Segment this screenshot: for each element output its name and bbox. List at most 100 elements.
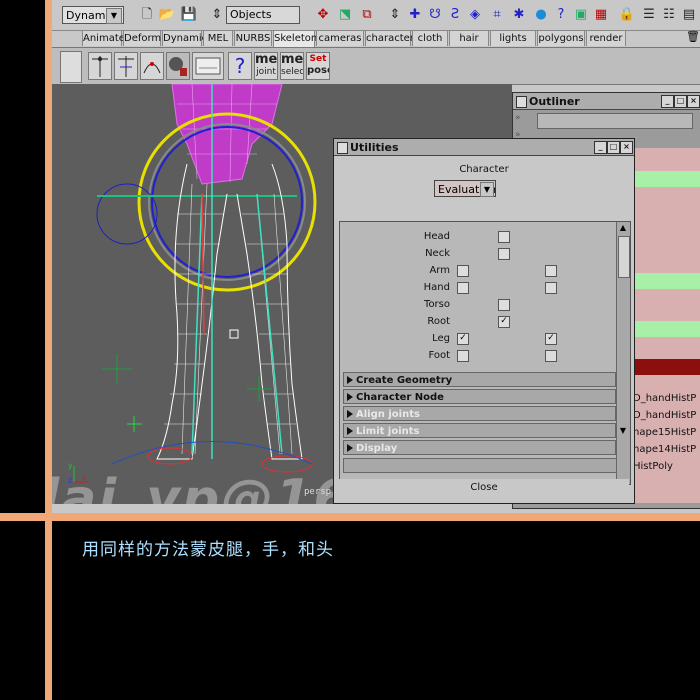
outliner-item-selected-2[interactable] [633, 273, 700, 289]
selection-mask-field[interactable]: Objects [226, 6, 300, 24]
leg-right-checkbox[interactable]: ✓ [545, 333, 557, 345]
tab-cloth[interactable]: cloth [412, 30, 448, 46]
ik-handle-icon[interactable] [114, 52, 138, 80]
joint-row-hand: Hand [340, 279, 616, 296]
hand-left-checkbox[interactable] [457, 282, 469, 294]
snap-to-view-plane-icon[interactable]: ◈ [466, 6, 484, 24]
section-limit-joints[interactable]: Limit joints [343, 423, 616, 438]
outliner-item-selected-3[interactable] [633, 321, 700, 337]
outliner-expand-icon[interactable]: » [515, 113, 533, 127]
skin-bind-icon[interactable] [166, 52, 190, 80]
lock-icon[interactable]: 🔒 [618, 6, 636, 24]
joint-row-torso: Torso [340, 296, 616, 313]
minimize-icon[interactable]: _ [661, 95, 674, 108]
joint-tool-icon[interactable] [88, 52, 112, 80]
vertical-scrollbar[interactable]: ▲ ▼ [616, 222, 630, 484]
ipr-render-icon[interactable]: ▣ [572, 6, 590, 24]
tab-cameras[interactable]: cameras [316, 30, 364, 46]
scroll-thumb[interactable] [618, 236, 630, 278]
minimize-icon[interactable]: _ [594, 141, 607, 154]
render-icon[interactable]: ● [532, 6, 550, 24]
open-scene-icon[interactable]: 📂 [158, 6, 176, 24]
paint-weights-icon[interactable] [192, 52, 224, 80]
snap-to-grid-icon[interactable]: ✚ [406, 6, 424, 24]
mel-select-button[interactable]: mel select [280, 52, 304, 80]
tab-hair[interactable]: hair [449, 30, 489, 46]
tab-deform[interactable]: Deform [123, 30, 161, 46]
select-by-component-icon[interactable]: ⧉ [358, 6, 376, 24]
tab-lights[interactable]: lights [490, 30, 536, 46]
make-live-icon[interactable]: ⌗ [488, 6, 506, 24]
menu-set-dropdown[interactable]: Dynamics ▼ [62, 6, 124, 24]
utilities-window: Utilities _ □ × Character Evaluation ▼ H… [333, 138, 635, 504]
tab-render[interactable]: render [586, 30, 626, 46]
mel-joint-button[interactable]: mel joint [254, 52, 278, 80]
tab-character[interactable]: character [365, 30, 414, 46]
scroll-down-icon[interactable]: ▼ [618, 426, 628, 438]
shelf-menu-icon[interactable] [60, 51, 82, 83]
maximize-icon[interactable]: □ [674, 95, 687, 108]
hand-right-checkbox[interactable] [545, 282, 557, 294]
foot-left-checkbox[interactable] [457, 350, 469, 362]
new-scene-icon[interactable]: 🗋 [138, 6, 156, 24]
mouse-cursor-icon [229, 329, 239, 339]
evaluation-dropdown[interactable]: Evaluation ▼ [434, 180, 496, 197]
help-icon[interactable]: ? [552, 6, 570, 24]
tab-mel[interactable]: MEL [203, 30, 233, 46]
selection-mode-icon[interactable]: ⇕ [208, 6, 226, 24]
select-by-hierarchy-icon[interactable]: ✥ [314, 6, 332, 24]
neck-checkbox[interactable] [498, 248, 510, 260]
scroll-up-icon[interactable]: ▲ [618, 223, 628, 235]
torso-checkbox[interactable] [498, 299, 510, 311]
save-scene-icon[interactable]: 💾 [180, 6, 198, 24]
foot-right-checkbox[interactable] [545, 350, 557, 362]
section-display[interactable]: Display [343, 440, 616, 455]
trash-icon[interactable]: 🗑 [686, 30, 700, 43]
section-align-joints[interactable]: Align joints [343, 406, 616, 421]
root-checkbox[interactable]: ✓ [498, 316, 510, 328]
set-pose-button[interactable]: Set pose [306, 52, 330, 80]
outliner-titlebar[interactable]: Outliner _ □ × [513, 93, 700, 110]
snap-to-point-icon[interactable]: Ƨ [446, 6, 464, 24]
section-character-node[interactable]: Character Node [343, 389, 616, 404]
maya-window: Dynamics ▼ 🗋 📂 💾 ⇕ Objects ✥ ⬔ ⧉ ⇕ ✚ ☋ Ƨ… [52, 0, 700, 513]
expand-arrow-icon [347, 444, 353, 452]
section-create-geometry[interactable]: Create Geometry [343, 372, 616, 387]
render-globals-icon[interactable]: ▦ [592, 6, 610, 24]
maximize-icon[interactable]: □ [607, 141, 620, 154]
tab-nurbs[interactable]: NURBS [234, 30, 272, 46]
joint-row-leg: Leg ✓ ✓ [340, 330, 616, 347]
tab-animate[interactable]: Animate [82, 30, 125, 46]
horizontal-scrollbar[interactable] [343, 458, 618, 473]
tab-polygons[interactable]: polygons [537, 30, 585, 46]
head-checkbox[interactable] [498, 231, 510, 243]
snap-to-curve-icon[interactable]: ☋ [426, 6, 444, 24]
legs-mesh [156, 163, 303, 460]
arm-left-checkbox[interactable] [457, 265, 469, 277]
tab-skeleton[interactable]: Skeleton [273, 30, 317, 47]
frame-border-vertical [45, 0, 52, 700]
outliner-item-selected-1[interactable] [633, 171, 700, 187]
chevron-down-icon: ▼ [480, 182, 494, 197]
pick-mask-icon[interactable]: ⇕ [386, 6, 404, 24]
joint-row-arm: Arm [340, 262, 616, 279]
outliner-filter-field[interactable] [537, 113, 693, 129]
help-shelf-icon[interactable]: ? [228, 52, 252, 80]
close-icon[interactable]: × [620, 141, 633, 154]
construction-history-icon[interactable]: ✱ [510, 6, 528, 24]
leg-left-checkbox[interactable]: ✓ [457, 333, 469, 345]
character-label: Character [459, 164, 509, 175]
utilities-titlebar[interactable]: Utilities _ □ × [334, 139, 634, 156]
attribute-editor-icon[interactable]: ☰ [640, 6, 658, 24]
ik-spline-icon[interactable] [140, 52, 164, 80]
channel-box-icon[interactable]: ▤ [680, 6, 698, 24]
tool-settings-icon[interactable]: ☷ [660, 6, 678, 24]
outliner-item-highlight[interactable] [633, 359, 700, 375]
select-by-object-type-icon[interactable]: ⬔ [336, 6, 354, 24]
selection-mask-value: Objects [230, 8, 272, 21]
arm-right-checkbox[interactable] [545, 265, 557, 277]
close-icon[interactable]: × [687, 95, 700, 108]
left-black-margin [0, 0, 45, 700]
close-button[interactable]: Close [339, 479, 629, 497]
tab-dynamic[interactable]: Dynamic [162, 30, 207, 46]
